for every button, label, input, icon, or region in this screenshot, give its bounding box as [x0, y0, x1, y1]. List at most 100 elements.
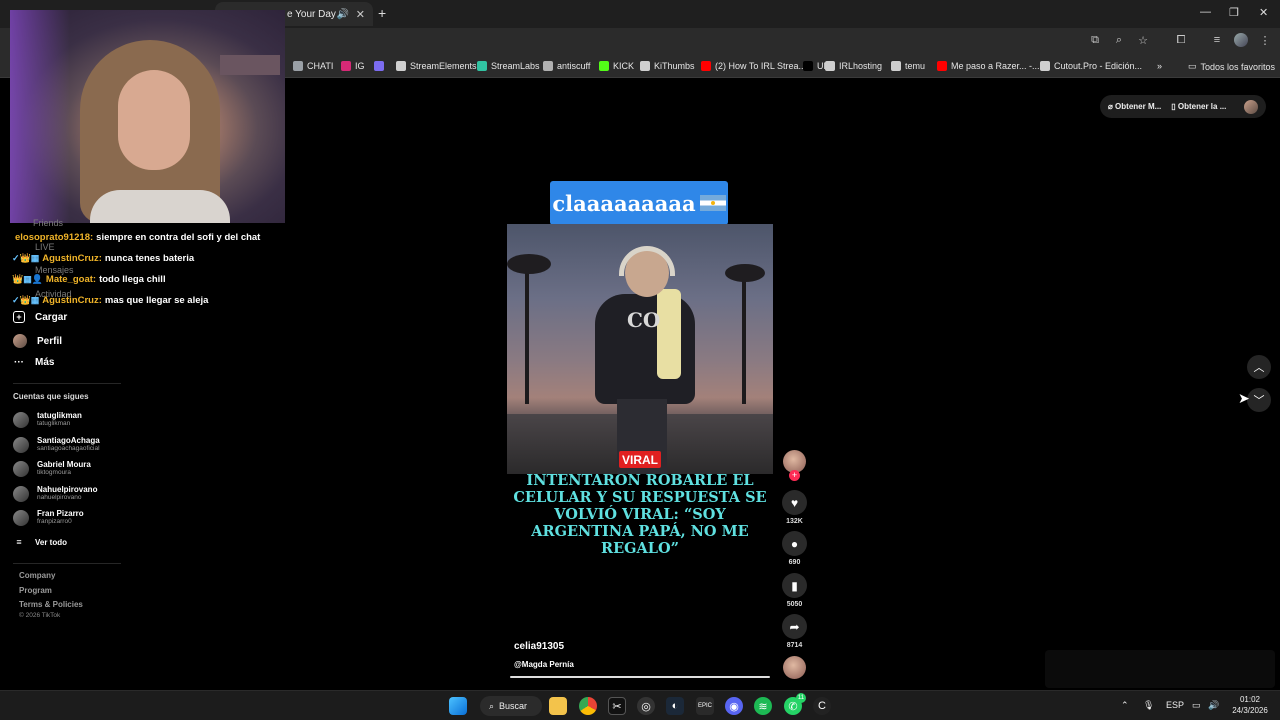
capcut-icon[interactable]: ✂ [608, 697, 626, 715]
bookmark-favicon-icon [701, 61, 711, 71]
video-music[interactable]: @Magda Pernía [514, 660, 574, 669]
footer-link-program[interactable]: Program [19, 586, 52, 595]
bookmark-item[interactable]: Me paso a Razer... -... [937, 61, 1040, 71]
bookmark-item[interactable]: StreamLabs [477, 61, 540, 71]
person-scarf [657, 289, 681, 379]
following-item[interactable]: Nahuelpirovano nahuelpirovano [13, 485, 97, 502]
get-desktop-button[interactable]: ▯ Obtener la ... [1171, 102, 1226, 111]
music-disc-avatar[interactable] [783, 656, 806, 679]
chat-username: AgustinCruz: [42, 295, 102, 306]
tray-overflow-icon[interactable]: ⌃ [1121, 700, 1129, 711]
following-item[interactable]: tatuglikman tatuglikman [13, 411, 82, 428]
bookmark-item[interactable]: antiscuff [543, 61, 590, 71]
sidebar-item-profile[interactable]: Perfil [13, 334, 62, 348]
clock[interactable]: 01:02 24/3/2026 [1228, 694, 1272, 716]
video-player[interactable]: CO VIRAL INTENTARON ROBARLE EL CELULAR Y… [507, 224, 773, 676]
video-headline: INTENTARON ROBARLE EL CELULAR Y SU RESPU… [513, 472, 767, 557]
steam-icon[interactable]: ◐ [666, 697, 684, 715]
follow-plus-icon[interactable]: + [789, 470, 800, 481]
video-caption-sticker: claaaaaaaaa [550, 181, 728, 225]
next-video-button[interactable]: ﹀ [1247, 388, 1271, 412]
chrome-icon[interactable] [579, 697, 597, 715]
bookmark-item[interactable] [374, 61, 388, 71]
footer-link-company[interactable]: Company [19, 571, 55, 580]
minimize-icon[interactable]: — [1200, 6, 1211, 18]
maximize-icon[interactable]: ❐ [1229, 6, 1239, 19]
bookmark-favicon-icon [543, 61, 553, 71]
following-item[interactable]: Gabriel Moura tiktogmoura [13, 460, 91, 477]
epic-games-icon[interactable]: EPIC [696, 697, 714, 715]
bookmark-item[interactable]: StreamElements [396, 61, 477, 71]
bookmark-label: (2) How To IRL Strea... [715, 61, 807, 71]
all-favorites-button[interactable]: ▭ Todos los favoritos [1188, 61, 1275, 72]
chat-text: mas que llegar se aleja [104, 295, 209, 306]
bookmark-item[interactable]: CHATI [293, 61, 333, 71]
extensions-icon[interactable]: ⧠ [1174, 33, 1188, 47]
footer-link-terms[interactable]: Terms & Policies [19, 600, 83, 609]
folder-icon: ▭ [1188, 61, 1197, 71]
video-author[interactable]: celia91305 [514, 641, 564, 652]
stream-chat: elosoprato91218: siempre en contra del s… [12, 227, 292, 311]
microphone-icon[interactable]: 🎙 [1143, 700, 1154, 711]
share-button[interactable]: ➦ [782, 614, 807, 639]
video-frame: CO [507, 224, 773, 474]
file-explorer-icon[interactable] [549, 697, 567, 715]
start-icon[interactable] [449, 697, 467, 715]
whatsapp-badge: 11 [796, 693, 806, 703]
discord-icon[interactable]: ◉ [725, 697, 743, 715]
chat-username: Mate_goat: [45, 274, 97, 285]
bookmark-label: Cutout.Pro - Edición... [1054, 61, 1143, 71]
profile-icon[interactable] [1234, 33, 1248, 47]
speaker-icon[interactable]: 🔊 [337, 9, 349, 20]
menu-icon[interactable]: ⋮ [1258, 33, 1272, 47]
sidebar-item-upload[interactable]: + Cargar [13, 311, 67, 323]
palm-fronds [725, 264, 765, 282]
more-bookmarks-button[interactable]: » [1157, 61, 1162, 71]
star-icon[interactable]: ☆ [1136, 33, 1150, 47]
profile-avatar [13, 334, 27, 348]
user-avatar[interactable] [1244, 99, 1258, 114]
sidebar-item-label: Perfil [37, 335, 63, 347]
bookmark-label: KiThumbs [654, 61, 695, 71]
bookmark-item[interactable]: temu [891, 61, 925, 71]
avatar [13, 509, 29, 526]
cutout-icon[interactable]: C [813, 697, 831, 715]
taskbar-search[interactable]: ⌕ Buscar [480, 696, 542, 716]
close-window-icon[interactable]: ✕ [1259, 6, 1268, 19]
install-app-icon[interactable]: ⧉ [1088, 33, 1102, 47]
zoom-icon[interactable]: ⌕ [1112, 33, 1126, 47]
bookmark-item[interactable]: IRLhosting [825, 61, 882, 71]
avatar [13, 411, 29, 428]
spotify-icon[interactable]: ≋ [754, 697, 772, 715]
save-button[interactable]: ▮ [782, 573, 807, 598]
network-icon[interactable]: ▭ [1192, 700, 1201, 711]
following-item[interactable]: SantiagoAchaga santiagoachagaoficial [13, 436, 100, 453]
like-button[interactable]: ♥ [782, 490, 807, 515]
bookmark-item[interactable]: IG [341, 61, 365, 71]
palm-fronds [507, 254, 551, 274]
get-app-button[interactable]: ⌀ Obtener M... [1108, 102, 1161, 111]
obs-icon[interactable]: ◎ [637, 697, 655, 715]
language-indicator[interactable]: ESP [1166, 700, 1184, 710]
sidebar-item-more[interactable]: ··· Más [13, 357, 54, 368]
bookmark-label: IG [355, 61, 365, 71]
see-all-button[interactable]: ≡ Ver todo [13, 537, 67, 547]
bookmark-label: CHATI [307, 61, 334, 71]
bookmark-item[interactable]: Cutout.Pro - Edición... [1040, 61, 1142, 71]
bookmark-favicon-icon [1040, 61, 1050, 71]
comment-button[interactable]: ● [782, 531, 807, 556]
chat-username: elosoprato91218: [15, 232, 94, 243]
new-tab-button[interactable]: + [378, 5, 386, 21]
bookmark-item[interactable]: KICK [599, 61, 634, 71]
following-item[interactable]: Fran Pizarro franpizarro0 [13, 509, 84, 526]
like-count: 132K [786, 518, 803, 525]
avatar [13, 436, 29, 453]
bookmark-item[interactable]: (2) How To IRL Strea... [701, 61, 806, 71]
video-progress-bar[interactable] [510, 676, 770, 678]
bookmark-item[interactable]: KiThumbs [640, 61, 695, 71]
volume-icon[interactable]: 🔊 [1208, 700, 1219, 711]
previous-video-button[interactable]: ︿ [1247, 355, 1271, 379]
media-controls-icon[interactable]: ≡ [1210, 33, 1224, 47]
close-tab-icon[interactable]: ✕ [356, 8, 365, 21]
shirt-text: CO [627, 308, 661, 332]
